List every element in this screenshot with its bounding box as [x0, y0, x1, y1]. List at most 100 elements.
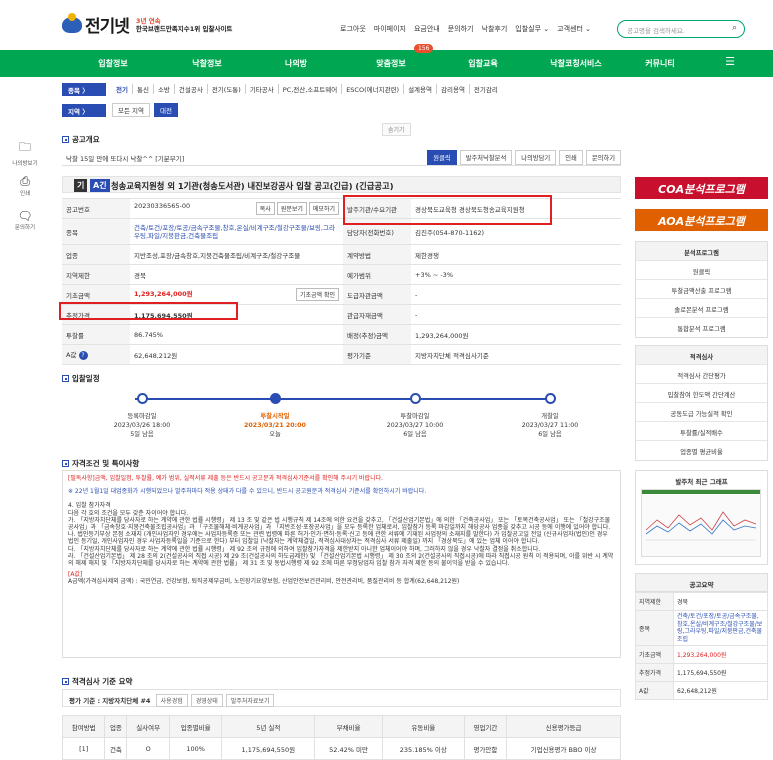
category-esco[interactable]: ESCO(에너지관련) [342, 84, 405, 94]
summary-key: 종목 [635, 610, 674, 646]
nav-coaching[interactable]: 낙찰코칭서비스 [536, 58, 616, 69]
category-pc[interactable]: PC,전산,소프트웨어 [279, 84, 343, 94]
timeline-item-current: 투찰시작일 2023/03/21 20:00 오늘 [244, 413, 306, 438]
column-header: 실사여부 [126, 715, 170, 738]
info-value: 62,648,212원 [130, 344, 343, 365]
nav-award-info[interactable]: 낙찰정보 [167, 58, 247, 69]
summary-value: 62,648,212원 [673, 681, 768, 700]
search-input[interactable]: 공고명을 검색하세요. ⌕ [617, 20, 745, 38]
coa-banner[interactable]: COA분석프로그램 [635, 177, 768, 199]
table-cell: 235.185% 이상 [381, 737, 465, 760]
column-header: 업종별비율 [168, 715, 223, 738]
aoa-banner[interactable]: AOA분석프로그램 [635, 209, 768, 231]
nav-education[interactable]: 입찰교육 [443, 58, 523, 69]
leftbar-myroom[interactable]: 🗀 나의방보기 [5, 138, 45, 167]
summary-value: 건축/토건/포장/토공/금속구조물,창호,온실/비계구조/철강구조물/보링,그라… [673, 610, 768, 646]
category-design[interactable]: 설계용역 [404, 84, 437, 94]
toplink-support[interactable]: 고객센터 ⌄ [557, 24, 591, 34]
timeline-item: 등록마감일 2023/03/26 18:00 5일 남음 [113, 413, 171, 438]
graph-lines [642, 490, 760, 541]
qualification-list: 적격심사 적격심사 간단평가 입찰참여 한도액 간단계산 공동도급 가능실적 확… [635, 345, 768, 461]
table-row: A값 62,648,212원 [635, 681, 768, 700]
copy-button[interactable]: 복사 [255, 202, 275, 215]
info-key: 예가범위 [343, 264, 411, 285]
nav-bid-info[interactable]: 입찰정보 [73, 58, 153, 69]
category-other[interactable]: 기타공사 [246, 84, 279, 94]
table-row: 지역제한 경북 [635, 592, 768, 611]
summary-value: 1,175,694,550원 [673, 663, 768, 682]
column-header: 업종 [104, 715, 128, 738]
sidebar-link-solomon[interactable]: 솔로몬분석 프로그램 [636, 299, 767, 318]
highlight-box-estimate [59, 302, 238, 320]
info-key: 업종 [62, 244, 130, 265]
search-placeholder: 공고명을 검색하세요. [627, 27, 685, 35]
column-header: 5년 실적 [221, 715, 316, 738]
category-elec-supervision[interactable]: 전기감리 [470, 84, 502, 94]
save-myroom-button[interactable]: 나의방담기 [515, 150, 557, 165]
eval-experience-button[interactable]: 사용경험 [155, 694, 188, 707]
toplink-practice[interactable]: 입찰실무 ⌄ [515, 24, 549, 34]
hide-toggle[interactable]: 숨기기 [382, 123, 411, 136]
original-button[interactable]: 원문보기 [276, 202, 307, 215]
info-value: 지반조성,포장/금속창호,지붕건축물조립/비계구조/철강구조물 [130, 244, 343, 265]
nav-custom[interactable]: 맞춤정보 [351, 58, 431, 69]
recent-graph-chart[interactable] [641, 489, 761, 557]
category-fire[interactable]: 소방 [154, 84, 175, 94]
analysis-program-header: 분석프로그램 [636, 242, 767, 261]
column-header: 유동비율 [381, 715, 465, 738]
menu-icon[interactable]: ☰ [690, 55, 770, 68]
sidebar-link-bid-ratio[interactable]: 투찰률/실적배수 [636, 422, 767, 441]
sidebar-link-avg-ratio[interactable]: 업종별 평균비율 [636, 441, 767, 460]
eval-client-data-button[interactable]: 발주처자료보기 [225, 694, 275, 707]
summary-key: 기초금액 [635, 645, 674, 664]
summary-table: 지역제한 경북 종목 건축/토건/포장/토공/금속구조물,창호,온실/비계구조/철강… [635, 592, 768, 700]
table-cell: 건축 [104, 737, 128, 760]
nav-myroom[interactable]: 나의방 [256, 58, 336, 69]
memo-button[interactable]: 메모하기 [308, 202, 339, 215]
timeline-dot [410, 393, 421, 404]
category-telecom[interactable]: 통신 [133, 84, 154, 94]
site-logo[interactable]: 전기넷 3년 연속 한국브랜드만족지수1위 입찰사이트 [62, 12, 232, 37]
sidebar-link-bid-calc[interactable]: 투찰금액산출 프로그램 [636, 280, 767, 299]
table-row: 추정가격 1,175,694,550원 [635, 663, 768, 682]
sidebar-link-simple-eval[interactable]: 적격심사 간단평가 [636, 365, 767, 384]
analysis-program-list: 분석프로그램 원클릭 투찰금액산출 프로그램 솔로몬분석 프로그램 통합분석 프… [635, 241, 768, 338]
sidebar-link-joint-check[interactable]: 공동도급 가능실적 확인 [636, 403, 767, 422]
region-all-button[interactable]: 모든 지역 [112, 103, 150, 117]
toplink-reviews[interactable]: 낙찰후기 [482, 24, 508, 34]
notice-bar: 낙찰 15일 만에 또다시 낙찰^^ [기분부기] 원클릭 발주처낙찰분석 나의방담… [62, 148, 621, 166]
notice-text: 낙찰 15일 만에 또다시 낙찰^^ [기분부기] [66, 155, 185, 163]
leftbar-inquiry[interactable]: 🗨 문의하기 [5, 209, 45, 231]
leftbar-print[interactable]: ⎙ 인쇄 [5, 174, 45, 197]
region-daejeon-button[interactable]: 대전 [154, 103, 178, 117]
inquiry-button[interactable]: 문의하기 [585, 150, 621, 165]
base-amount-check-button[interactable]: 기초금액 확인 [295, 288, 339, 301]
category-electric[interactable]: 전기 [112, 84, 133, 94]
sidebar-link-integrated[interactable]: 통합분석 프로그램 [636, 318, 767, 337]
print-button[interactable]: 인쇄 [559, 150, 583, 165]
section-overview-title: 공고개요 [62, 134, 100, 145]
sidebar-link-limit-calc[interactable]: 입찰참여 한도액 간단계산 [636, 384, 767, 403]
folder-icon: 🗀 [18, 140, 31, 154]
sidebar-link-oneclick[interactable]: 원클릭 [636, 261, 767, 280]
table-row: 지역제한 경북 예가범위 +3% ~ -3% [62, 264, 621, 285]
table-row: 투찰률 86.745% 배정(추정)금액 1,293,264,000원 [62, 324, 621, 345]
nav-community[interactable]: 커뮤니티 [620, 58, 700, 69]
help-icon[interactable]: ? [78, 351, 88, 360]
eval-management-button[interactable]: 경영상태 [190, 694, 223, 707]
info-value: 경북 [130, 264, 343, 285]
note-line: 다음 각 호의 조건을 모두 갖춘 자이어야 합니다. [68, 509, 189, 517]
toplink-contact[interactable]: 문의하기 [448, 24, 474, 34]
oneclick-button[interactable]: 원클릭 [427, 150, 457, 165]
note-line: 라. 「건설산업기본법」 제 28 조의 2(건설공사의 직접 시공) 제 29… [68, 552, 614, 568]
section-schedule-title: 입찰일정 [62, 373, 100, 384]
toplink-logout[interactable]: 로그아웃 [340, 24, 366, 34]
toplink-pricing[interactable]: 요금안내 [414, 24, 440, 34]
analysis-button[interactable]: 발주처낙찰분석 [459, 150, 513, 165]
search-icon[interactable]: ⌕ [732, 23, 737, 33]
eval-bar: 평가 기준 : 지방자치단체 #4 사용경험 경영상태 발주처자료보기 [62, 689, 621, 707]
toplink-mypage[interactable]: 마이페이지 [374, 24, 406, 34]
category-construction[interactable]: 건설공사 [175, 84, 208, 94]
category-supervision[interactable]: 감리용역 [437, 84, 470, 94]
category-electric-dotong[interactable]: 전기(도통) [208, 84, 246, 94]
